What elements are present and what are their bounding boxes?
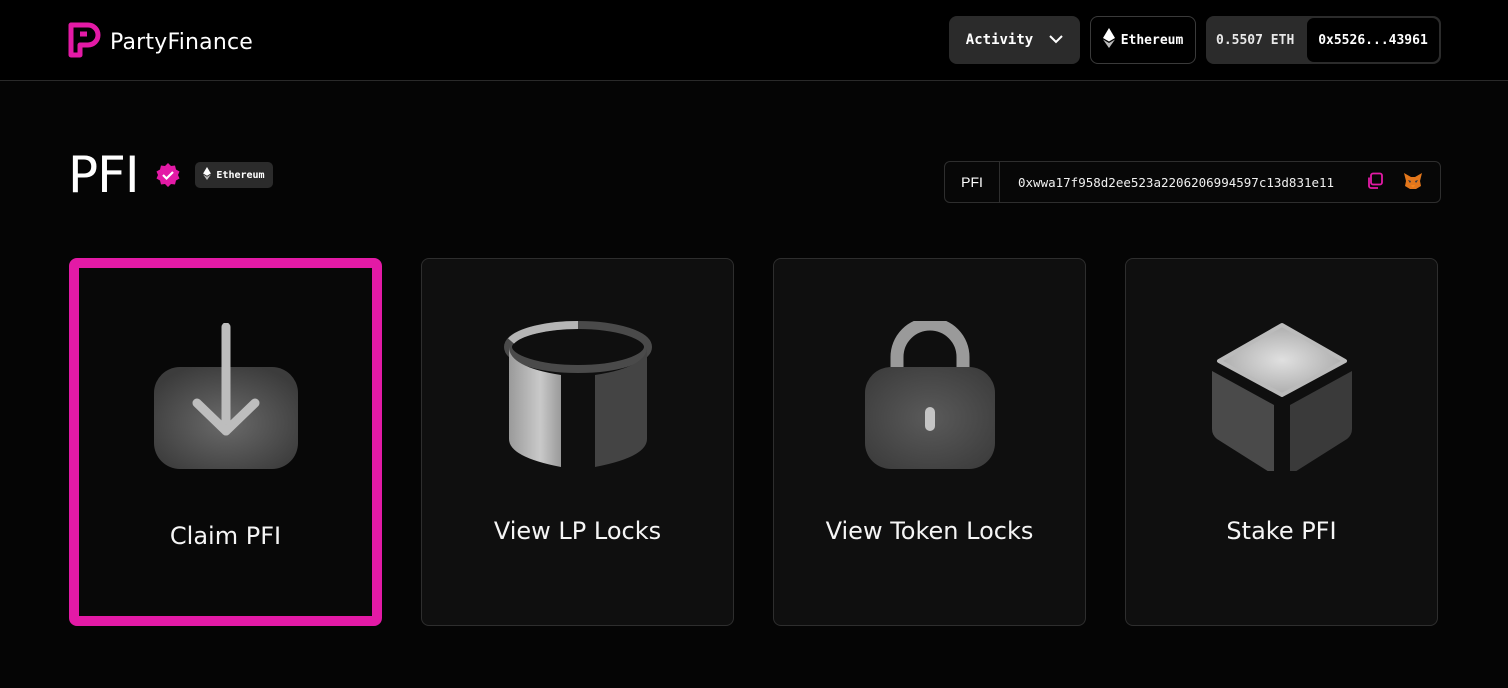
- chain-badge: Ethereum: [195, 162, 273, 188]
- padlock-icon: [774, 321, 1085, 471]
- verified-badge-icon: [155, 162, 181, 193]
- card-label: View Token Locks: [825, 517, 1034, 545]
- metamask-fox-icon[interactable]: [1403, 172, 1423, 195]
- network-label: Ethereum: [1120, 32, 1184, 48]
- chevron-down-icon: [1049, 32, 1063, 48]
- download-tray-icon: [79, 323, 372, 473]
- activity-dropdown[interactable]: Activity: [949, 16, 1080, 64]
- token-locks-card[interactable]: View Token Locks: [773, 258, 1086, 626]
- page-title: PFI: [68, 146, 140, 204]
- network-selector[interactable]: Ethereum: [1090, 16, 1196, 64]
- copy-icon[interactable]: [1366, 172, 1384, 195]
- chain-badge-label: Ethereum: [216, 169, 265, 181]
- wallet-box: 0.5507 ETH 0x5526...43961: [1206, 16, 1441, 64]
- ethereum-icon: [1102, 28, 1115, 52]
- cube-icon: [1126, 321, 1437, 471]
- wallet-address: 0x5526...43961: [1318, 32, 1428, 48]
- wallet-address-button[interactable]: 0x5526...43961: [1307, 18, 1439, 62]
- contract-address[interactable]: 0xwwa17f958d2ee523a2206206994597c13d831e…: [1000, 175, 1334, 190]
- claim-card[interactable]: Claim PFI: [69, 258, 382, 626]
- contract-label: PFI: [945, 162, 1000, 202]
- stake-card[interactable]: Stake PFI: [1125, 258, 1438, 626]
- activity-label: Activity: [965, 32, 1034, 48]
- partyfinance-logo-icon: [68, 22, 102, 63]
- brand-name: PartyFinance: [110, 30, 254, 55]
- wallet-balance: 0.5507 ETH: [1216, 32, 1295, 48]
- top-bar: PartyFinance Activity Ethereum 0.5507 ET…: [0, 0, 1508, 81]
- card-label: Stake PFI: [1226, 517, 1337, 545]
- ethereum-icon: [203, 167, 212, 183]
- brand[interactable]: PartyFinance: [68, 22, 253, 63]
- card-label: Claim PFI: [169, 522, 282, 550]
- card-label: View LP Locks: [493, 517, 662, 545]
- lp-locks-card[interactable]: View LP Locks: [421, 258, 734, 626]
- lp-cylinder-icon: [422, 321, 733, 471]
